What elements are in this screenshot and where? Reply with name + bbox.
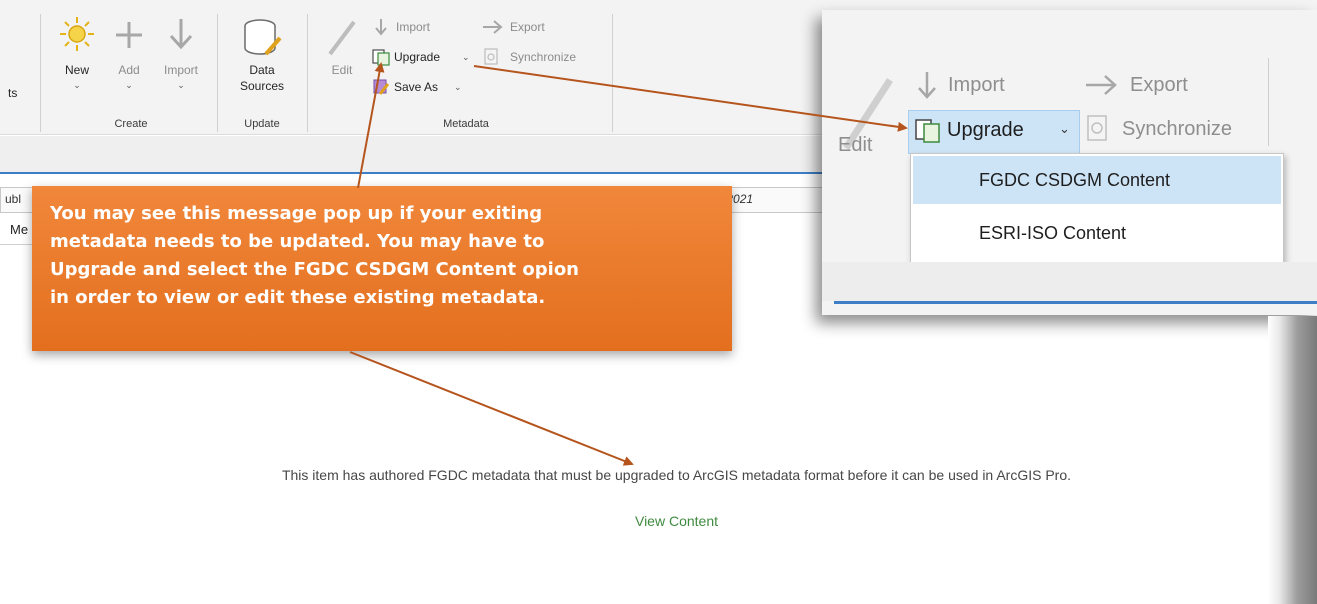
group-title-metadata: Metadata	[443, 118, 489, 130]
chevron-down-icon: ⌄	[462, 52, 470, 62]
data-sources-button[interactable]: Data Sources	[224, 16, 300, 108]
new-button[interactable]: New ⌄	[52, 16, 102, 108]
add-label: Add	[118, 63, 140, 77]
zoom-upgrade-button[interactable]: Upgrade ⌄	[908, 110, 1080, 154]
plus-icon	[116, 22, 142, 48]
truncated-label: ts	[8, 86, 18, 100]
new-label: New	[64, 63, 89, 77]
tab-metadata[interactable]: Me	[10, 222, 28, 237]
zoom-upgrade-label: Upgrade	[947, 119, 1024, 141]
arrow-to-message	[349, 351, 634, 466]
synchronize-icon	[484, 48, 498, 65]
group-title-create: Create	[114, 118, 148, 130]
down-arrow-icon	[169, 19, 193, 50]
upgrade-icon	[372, 49, 390, 66]
import-button[interactable]: Import ⌄	[152, 16, 210, 108]
chevron-down-icon: ⌄	[73, 80, 81, 90]
down-arrow-icon	[375, 19, 387, 36]
edit-label: Edit	[331, 63, 353, 77]
menu-item-fgdc-csdgm-content[interactable]: FGDC CSDGM Content	[913, 156, 1281, 204]
zoom-lower-strip	[822, 262, 1317, 301]
right-arrow-icon	[483, 20, 503, 34]
right-arrow-icon	[1086, 75, 1117, 95]
data-label: Data	[249, 63, 275, 77]
import-label: Import	[396, 20, 431, 34]
chevron-down-icon: ⌄	[454, 82, 462, 92]
save-as-icon	[373, 79, 390, 95]
menu-item-label: ESRI-ISO Content	[979, 223, 1127, 243]
menu-item-esri-iso-content[interactable]: ESRI-ISO Content	[913, 209, 1281, 257]
add-button[interactable]: Add ⌄	[108, 16, 150, 108]
database-icon	[244, 19, 282, 56]
zoom-edit-label: Edit	[838, 134, 873, 156]
chevron-down-icon: ⌄	[177, 80, 185, 90]
group-separator	[307, 14, 308, 132]
group-separator	[217, 14, 218, 132]
zoom-synchronize-button[interactable]: Synchronize	[1084, 114, 1284, 148]
import-label: Import	[163, 63, 198, 77]
sources-label: Sources	[239, 79, 285, 93]
chevron-down-icon: ⌄	[1059, 121, 1070, 136]
zoom-export-label: Export	[1130, 74, 1188, 96]
pencil-icon	[843, 78, 893, 150]
group-separator	[1268, 58, 1269, 146]
zoomed-ribbon-inset: Edit Import Export Upgrade ⌄ Synchronize	[822, 10, 1317, 315]
upgrade-dropdown-menu: FGDC CSDGM Content ESRI-ISO Content	[910, 153, 1284, 264]
view-content-link[interactable]: View Content	[0, 513, 1317, 529]
synchronize-icon	[1087, 115, 1107, 141]
sun-icon	[60, 17, 94, 51]
edit-button[interactable]: Edit	[318, 16, 366, 108]
menu-item-label: FGDC CSDGM Content	[979, 170, 1171, 190]
zoom-export-button[interactable]: Export	[1084, 70, 1214, 102]
zoom-import-button[interactable]: Import	[912, 70, 1042, 102]
group-title-update: Update	[244, 118, 280, 130]
metadata-import-button[interactable]: Import	[372, 18, 462, 38]
export-label: Export	[510, 20, 545, 34]
active-pane-indicator	[834, 301, 1317, 304]
zoom-import-label: Import	[948, 74, 1005, 96]
save-as-label: Save As	[394, 80, 439, 94]
annotation-callout: You may see this message pop up if your …	[32, 186, 732, 351]
synchronize-label: Synchronize	[510, 50, 577, 64]
synchronize-button[interactable]: Synchronize	[482, 48, 602, 68]
pencil-icon	[328, 20, 356, 56]
upgrade-button[interactable]: Upgrade ⌄	[370, 48, 474, 68]
upgrade-label: Upgrade	[394, 50, 441, 64]
window-edge-shadow	[1268, 316, 1317, 604]
group-separator	[612, 14, 613, 132]
group-separator	[40, 14, 41, 132]
chevron-down-icon: ⌄	[125, 80, 133, 90]
callout-text: You may see this message pop up if your …	[50, 203, 579, 308]
active-pane-indicator	[0, 172, 960, 174]
upgrade-icon	[915, 119, 940, 143]
save-as-button[interactable]: Save As ⌄	[370, 78, 474, 98]
zoom-synchronize-label: Synchronize	[1122, 118, 1233, 140]
upgrade-required-message: This item has authored FGDC metadata tha…	[281, 467, 1072, 483]
export-button[interactable]: Export	[482, 18, 572, 38]
down-arrow-icon	[918, 72, 936, 99]
source-field-text: ubl	[5, 192, 22, 206]
